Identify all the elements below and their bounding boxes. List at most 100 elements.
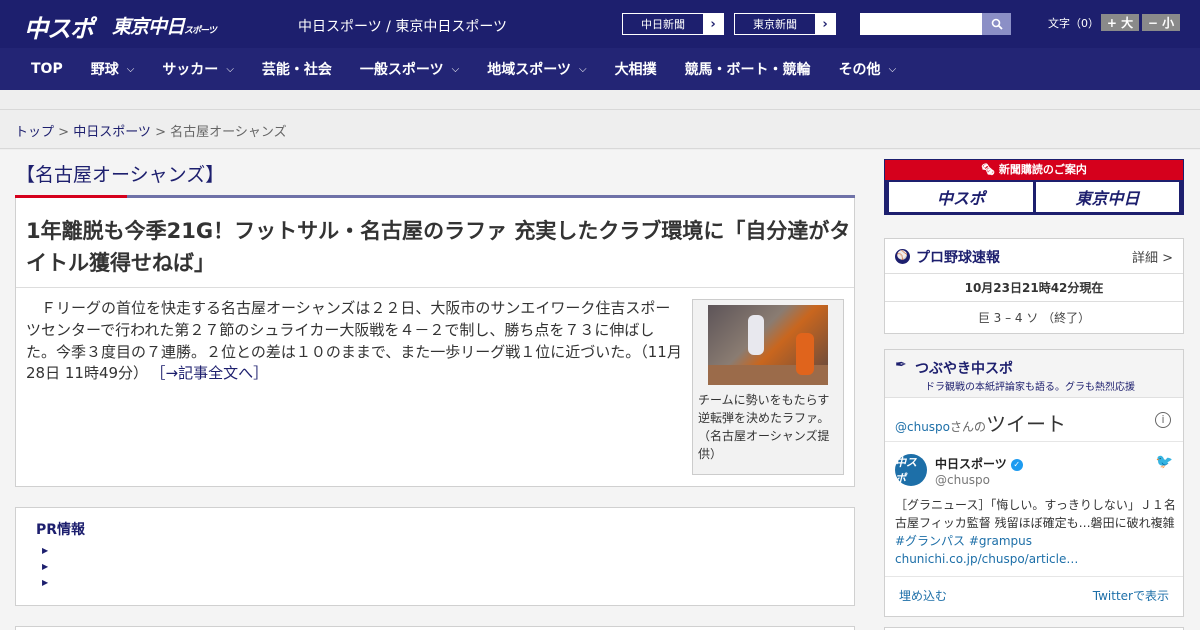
- search-button[interactable]: [982, 13, 1011, 35]
- font-smaller-button[interactable]: − 小: [1142, 14, 1180, 31]
- chevron-down-icon: ⌵: [126, 63, 135, 75]
- chevron-down-icon: ⌵: [226, 63, 234, 75]
- pr-box: PR情報 ▶ ▶ ▶: [15, 507, 855, 606]
- subscription-title: 🗞 新聞購読のご案内: [885, 160, 1183, 180]
- breadcrumb-sep: >: [150, 125, 171, 140]
- baseball-scores-box: ⚾ プロ野球速報 詳細 > 10月23日21時42分現在 巨 3 – 4 ソ （…: [884, 238, 1184, 334]
- divider: [885, 441, 1183, 442]
- subscription-title-text: 新聞購読のご案内: [998, 163, 1087, 176]
- chevron-down-icon: ⌵: [888, 63, 897, 75]
- nav-item-label: 地域スポーツ: [487, 62, 571, 78]
- nav-item[interactable]: 地域スポーツ ⌵: [487, 59, 586, 79]
- article-card: 1年離脱も今季21G！フットサル・名古屋のラファ 充実したクラブ環境に「自分達が…: [15, 198, 855, 487]
- nav-item[interactable]: サッカー ⌵: [162, 59, 234, 79]
- spacer-strip: [0, 90, 1200, 110]
- article-body-text: Ｆリーグの首位を快走する名古屋オーシャンズは２２日、大阪市のサンエイワーク住吉ス…: [26, 299, 682, 383]
- tweet-account-handle[interactable]: @chuspo: [935, 473, 990, 487]
- pr-title: PR情報: [36, 522, 86, 538]
- tweet-url[interactable]: chunichi.co.jp/chuspo/article…: [895, 552, 1078, 566]
- breadcrumb-current: 名古屋オーシャンズ: [170, 125, 287, 140]
- baseball-timestamp: 10月23日21時42分現在: [964, 281, 1104, 295]
- twitter-handle-mid: さんの: [950, 420, 987, 434]
- page-title: 【名古屋オーシャンズ】: [16, 164, 225, 186]
- twitter-widget: ✒ つぶやき中スポ ドラ観戦の本紙評論家も語る。グラも熱烈応援 @chuspoさ…: [884, 349, 1184, 617]
- twitter-handle-link[interactable]: @chuspo: [895, 420, 950, 434]
- tokyo-chunichi-logo[interactable]: 東京中日スポーツ: [112, 12, 217, 39]
- twitter-timeline-heading: @chuspoさんのツイート: [895, 408, 1066, 437]
- chuspo-logo[interactable]: 中スポ: [24, 9, 94, 44]
- site-name: 中日スポーツ / 東京中日スポーツ: [298, 19, 508, 35]
- nav-item[interactable]: 一般スポーツ ⌵: [360, 59, 459, 79]
- baseball-icon: ⚾: [895, 249, 910, 264]
- font-size-label: 文字（0）: [1048, 17, 1099, 30]
- tweet-hashtags[interactable]: #グランパス #grampus: [895, 534, 1032, 548]
- paper-link-label: 東京新聞: [753, 18, 797, 31]
- article-photo[interactable]: [708, 305, 828, 385]
- nav-item-label: その他: [838, 62, 881, 78]
- pr-bullet-icon[interactable]: ▶: [42, 578, 48, 587]
- search-icon: [991, 18, 1003, 30]
- pr-bullet-icon[interactable]: ▶: [42, 546, 48, 555]
- baseball-detail-link[interactable]: 詳細 >: [1132, 247, 1173, 266]
- chevron-down-icon: ⌵: [451, 63, 460, 75]
- nav-item[interactable]: 芸能・社会: [262, 59, 332, 79]
- pr-bullet-icon[interactable]: ▶: [42, 562, 48, 571]
- breadcrumb: トップ > 中日スポーツ > 名古屋オーシャンズ: [0, 111, 1200, 149]
- nav-item-label: 競馬・ボート・競輪: [684, 62, 811, 78]
- twitter-heading-tweets: ツイート: [986, 412, 1067, 436]
- tweet-text: ［グラニュース］「悔しい。すっきりしない」Ｊ１名古屋フィッカ監督 残留ほぼ確定も…: [895, 496, 1177, 568]
- chunichi-shimbun-link[interactable]: 中日新聞 ›: [622, 13, 724, 35]
- chevron-down-icon: ⌵: [578, 63, 587, 75]
- nav-item[interactable]: 野球 ⌵: [91, 59, 135, 79]
- nav-item[interactable]: 競馬・ボート・競輪: [685, 59, 811, 79]
- newspaper-icon: 🗞: [981, 163, 999, 176]
- nav-item[interactable]: 大相撲: [615, 59, 657, 79]
- avatar[interactable]: 中スポ: [895, 454, 927, 486]
- tweet-account-name[interactable]: 中日スポーツ ✓: [935, 455, 1023, 472]
- divider: [16, 287, 854, 288]
- divider: [885, 273, 1183, 274]
- nav-item-label: 一般スポーツ: [359, 62, 444, 78]
- top-header: 中スポ 東京中日スポーツ 中日スポーツ / 東京中日スポーツ 中日新聞 › 東京…: [0, 0, 1200, 48]
- photo-caption: チームに勢いをもたらす逆転弾を決めたラファ。（名古屋オーシャンズ提供）: [698, 393, 830, 461]
- nav-item-label: サッカー: [162, 62, 219, 78]
- chevron-right-icon: ›: [703, 14, 723, 34]
- chuspo-subscribe-logo[interactable]: 中スポ: [889, 182, 1033, 212]
- tokyo-subscribe-logo[interactable]: 東京中日: [1036, 182, 1179, 212]
- search-input[interactable]: [860, 13, 982, 35]
- font-larger-button[interactable]: + 大: [1101, 14, 1139, 31]
- next-section: [15, 626, 855, 630]
- breadcrumb-sep: >: [54, 125, 74, 140]
- tweet-account-name-text: 中日スポーツ: [935, 457, 1007, 471]
- photo-player-white: [748, 315, 764, 355]
- nav-item[interactable]: TOP: [31, 61, 63, 77]
- pen-icon: ✒: [895, 357, 907, 373]
- twitter-widget-header: ✒ つぶやき中スポ ドラ観戦の本紙評論家も語る。グラも熱烈応援: [885, 350, 1183, 398]
- paper-link-label: 中日新聞: [641, 18, 685, 31]
- baseball-score[interactable]: 巨 3 – 4 ソ （終了）: [885, 309, 1183, 326]
- photo-figure: チームに勢いをもたらす逆転弾を決めたラファ。（名古屋オーシャンズ提供）: [692, 299, 844, 475]
- main-nav: TOP 野球 ⌵ サッカー ⌵ 芸能・社会 一般スポーツ ⌵ 地域スポーツ ⌵ 大相撲 競馬・ボート・…: [0, 48, 1200, 90]
- twitter-widget-subtitle: ドラ観戦の本紙評論家も語る。グラも熱烈応援: [925, 382, 1135, 393]
- breadcrumb-home[interactable]: トップ: [15, 125, 54, 140]
- embed-link[interactable]: 埋め込む: [899, 587, 947, 604]
- info-icon[interactable]: i: [1155, 412, 1171, 428]
- view-on-twitter-link[interactable]: Twitterで表示: [1093, 587, 1169, 604]
- tokyo-logo-small: スポーツ: [184, 26, 217, 36]
- breadcrumb-section[interactable]: 中日スポーツ: [73, 125, 151, 140]
- divider: [885, 576, 1183, 577]
- nav-item-label: 大相撲: [614, 62, 657, 78]
- article-headline[interactable]: 1年離脱も今季21G！フットサル・名古屋のラファ 充実したクラブ環境に「自分達が…: [26, 216, 852, 279]
- tokyo-logo-text: 東京中日: [112, 16, 185, 38]
- article-summary: Ｆリーグの首位を快走する名古屋オーシャンズは２２日、大阪市のサンエイワーク住吉ス…: [26, 298, 684, 385]
- tokyo-shimbun-link[interactable]: 東京新聞 ›: [734, 13, 836, 35]
- twitter-widget-title: つぶやき中スポ: [915, 361, 1013, 377]
- chevron-right-icon: ›: [815, 14, 835, 34]
- read-more-link[interactable]: ［→記事全文へ］: [158, 364, 268, 382]
- nav-item[interactable]: その他 ⌵: [839, 59, 897, 79]
- twitter-bird-icon[interactable]: 🐦: [1156, 454, 1173, 470]
- nav-item-label: 野球: [90, 62, 119, 78]
- subscription-banner[interactable]: 🗞 新聞購読のご案内 中スポ 東京中日: [884, 159, 1184, 215]
- verified-icon: ✓: [1010, 458, 1023, 471]
- photo-player-orange: [796, 333, 814, 375]
